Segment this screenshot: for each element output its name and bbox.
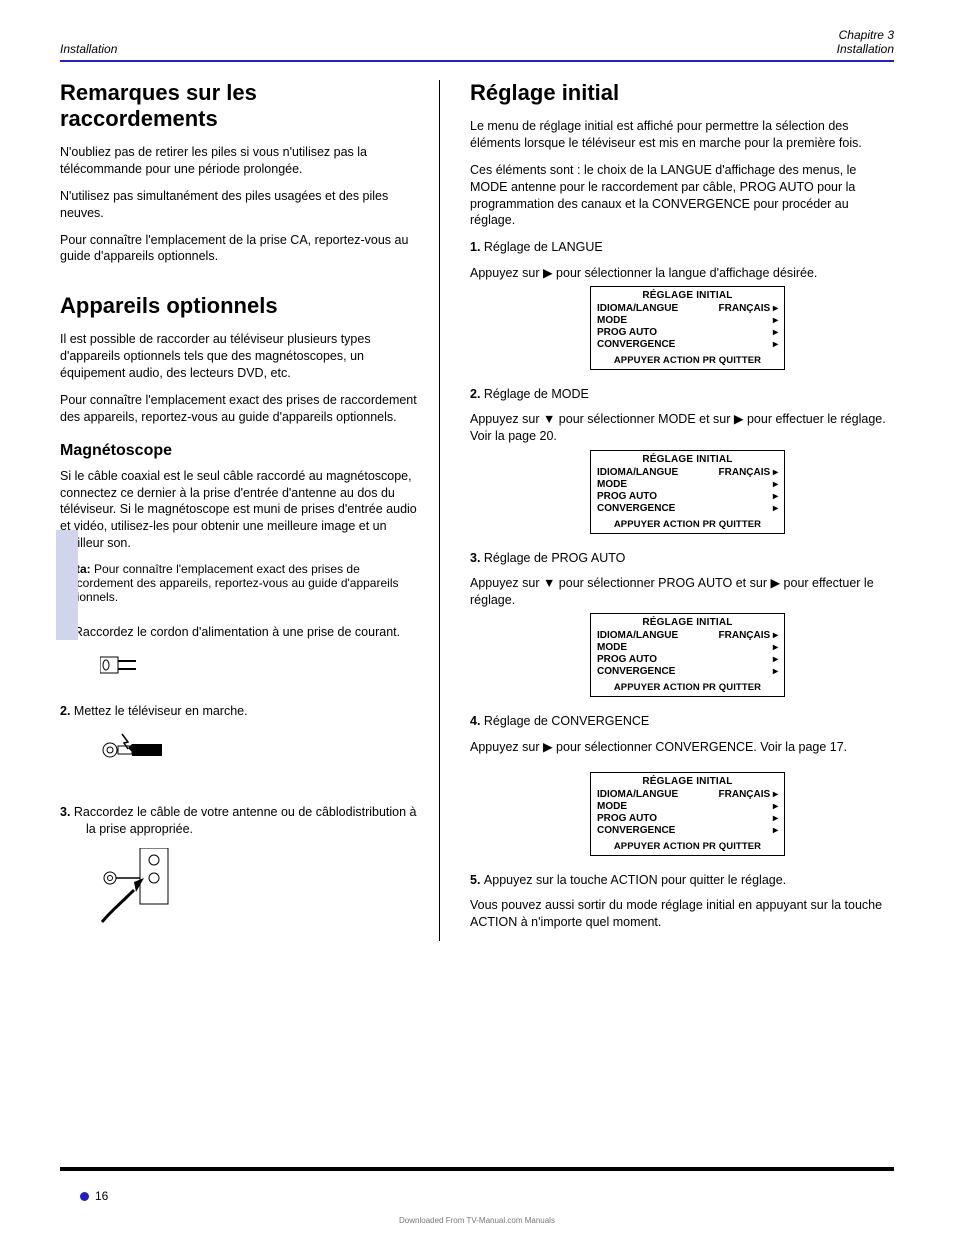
download-credit: Downloaded From TV-Manual.com Manuals	[0, 1216, 954, 1225]
sidebar-tab	[56, 530, 78, 640]
menu-row-prog: PROG AUTO	[597, 654, 657, 665]
menu-title: RÉGLAGE INITIAL	[591, 773, 784, 789]
chapter-left: Installation	[60, 42, 117, 56]
para-batteries-2: N'utilisez pas simultanément des piles u…	[60, 188, 419, 222]
left-step-2-text: Mettez le téléviseur en marche.	[74, 704, 248, 718]
menu-row-conv: CONVERGENCE	[597, 339, 675, 350]
arrow-icon: ▸	[773, 491, 778, 502]
page-number-text: 16	[95, 1189, 108, 1203]
right-step-5-text: Appuyez sur la touche ACTION pour quitte…	[484, 873, 786, 887]
heading-initial-setup: Réglage initial	[470, 80, 894, 106]
menu-title: RÉGLAGE INITIAL	[591, 614, 784, 630]
arrow-icon: ▸	[773, 479, 778, 490]
right-step-2-instr: Appuyez sur ▼ pour sélectionner MODE et …	[470, 411, 894, 446]
right-step-4-title: Réglage de CONVERGENCE	[484, 714, 649, 728]
arrow-icon: ▸	[773, 327, 778, 338]
right-step-3-title: Réglage de PROG AUTO	[484, 551, 626, 565]
menu-row-langue-val: FRANÇAIS ▸	[719, 303, 778, 314]
menu-footer: APPUYER ACTION PR QUITTER	[591, 515, 784, 533]
menu-row-langue-val: FRANÇAIS ▸	[719, 630, 778, 641]
left-step-3: 3. Raccordez le câble de votre antenne o…	[60, 804, 419, 838]
intro-para-1: Le menu de réglage initial est affiché p…	[470, 118, 894, 152]
footer-rule	[60, 1167, 894, 1171]
right-step-2: 2. Réglage de MODE	[470, 386, 894, 403]
intro-para-2: Ces éléments sont : le choix de la LANGU…	[470, 162, 894, 230]
para-equipment-1: Il est possible de raccorder au télévise…	[60, 331, 419, 382]
chapter-number: Chapitre 3	[837, 28, 894, 42]
right-step-1-title: Réglage de LANGUE	[484, 240, 603, 254]
chapter-header: Installation Chapitre 3 Installation	[60, 28, 894, 56]
menu-row-prog: PROG AUTO	[597, 813, 657, 824]
right-step-3: 3. Réglage de PROG AUTO	[470, 550, 894, 567]
note-block: Nota: Pour connaître l'emplacement exact…	[60, 562, 419, 604]
para-ac-outlet: Pour connaître l'emplacement de la prise…	[60, 232, 419, 266]
chapter-title: Installation	[837, 42, 894, 56]
arrow-icon: ▸	[773, 503, 778, 514]
arrow-icon: ▸	[773, 654, 778, 665]
menu-mode: RÉGLAGE INITIAL IDIOMA/LANGUEFRANÇAIS ▸ …	[590, 450, 785, 534]
menu-title: RÉGLAGE INITIAL	[591, 451, 784, 467]
menu-row-langue: IDIOMA/LANGUE	[597, 467, 678, 478]
arrow-icon: ▸	[773, 642, 778, 653]
right-step-4: 4. Réglage de CONVERGENCE	[470, 713, 894, 730]
right-step-5: 5. Appuyez sur la touche ACTION pour qui…	[470, 872, 894, 889]
arrow-icon: ▸	[773, 339, 778, 350]
menu-row-prog: PROG AUTO	[597, 491, 657, 502]
arrow-icon: ▸	[773, 666, 778, 677]
right-step-4-instr: Appuyez sur ▶ pour sélectionner CONVERGE…	[470, 739, 894, 756]
menu-row-langue: IDIOMA/LANGUE	[597, 303, 678, 314]
arrow-icon: ▸	[773, 315, 778, 326]
left-step-3-text: Raccordez le câble de votre antenne ou d…	[74, 805, 417, 836]
left-step-2: 2. Mettez le téléviseur en marche.	[60, 703, 419, 720]
arrow-icon: ▸	[773, 813, 778, 824]
menu-row-mode: MODE	[597, 801, 627, 812]
page-number: 16	[80, 1189, 108, 1203]
cable-connect-icon	[100, 848, 419, 928]
left-step-1-text: Raccordez le cordon d'alimentation à une…	[74, 625, 400, 639]
heading-remarks: Remarques sur les raccordements	[60, 80, 419, 132]
menu-title: RÉGLAGE INITIAL	[591, 287, 784, 303]
right-step-2-title: Réglage de MODE	[484, 387, 589, 401]
menu-row-conv: CONVERGENCE	[597, 825, 675, 836]
menu-row-langue: IDIOMA/LANGUE	[597, 789, 678, 800]
plug-icon	[100, 651, 419, 679]
right-step-1-instr: Appuyez sur ▶ pour sélectionner la langu…	[470, 265, 894, 282]
left-step-1: 1. Raccordez le cordon d'alimentation à …	[60, 624, 419, 641]
menu-row-conv: CONVERGENCE	[597, 503, 675, 514]
menu-row-conv: CONVERGENCE	[597, 666, 675, 677]
menu-footer: APPUYER ACTION PR QUITTER	[591, 351, 784, 369]
header-rule	[60, 60, 894, 62]
menu-row-langue: IDIOMA/LANGUE	[597, 630, 678, 641]
power-button-press-icon	[100, 730, 419, 764]
arrow-icon: ▸	[773, 801, 778, 812]
arrow-icon: ▸	[773, 825, 778, 836]
menu-row-mode: MODE	[597, 642, 627, 653]
para-equipment-2: Pour connaître l'emplacement exact des p…	[60, 392, 419, 426]
para-batteries-1: N'oubliez pas de retirer les piles si vo…	[60, 144, 419, 178]
menu-row-prog: PROG AUTO	[597, 327, 657, 338]
menu-footer: APPUYER ACTION PR QUITTER	[591, 837, 784, 855]
menu-row-mode: MODE	[597, 315, 627, 326]
heading-equipment: Appareils optionnels	[60, 293, 419, 319]
menu-row-mode: MODE	[597, 479, 627, 490]
closing-para: Vous pouvez aussi sortir du mode réglage…	[470, 897, 894, 931]
right-step-3-instr: Appuyez sur ▼ pour sélectionner PROG AUT…	[470, 575, 894, 610]
menu-langue: RÉGLAGE INITIAL IDIOMA/LANGUEFRANÇAIS ▸ …	[590, 286, 785, 370]
menu-row-langue-val: FRANÇAIS ▸	[719, 467, 778, 478]
heading-vcr: Magnétoscope	[60, 442, 419, 460]
right-step-1: 1. Réglage de LANGUE	[470, 239, 894, 256]
menu-footer: APPUYER ACTION PR QUITTER	[591, 678, 784, 696]
note-body: Pour connaître l'emplacement exact des p…	[60, 562, 398, 604]
menu-prog: RÉGLAGE INITIAL IDIOMA/LANGUEFRANÇAIS ▸ …	[590, 613, 785, 697]
menu-row-langue-val: FRANÇAIS ▸	[719, 789, 778, 800]
para-vcr-1: Si le câble coaxial est le seul câble ra…	[60, 468, 419, 552]
bullet-icon	[80, 1192, 89, 1201]
menu-conv: RÉGLAGE INITIAL IDIOMA/LANGUEFRANÇAIS ▸ …	[590, 772, 785, 856]
